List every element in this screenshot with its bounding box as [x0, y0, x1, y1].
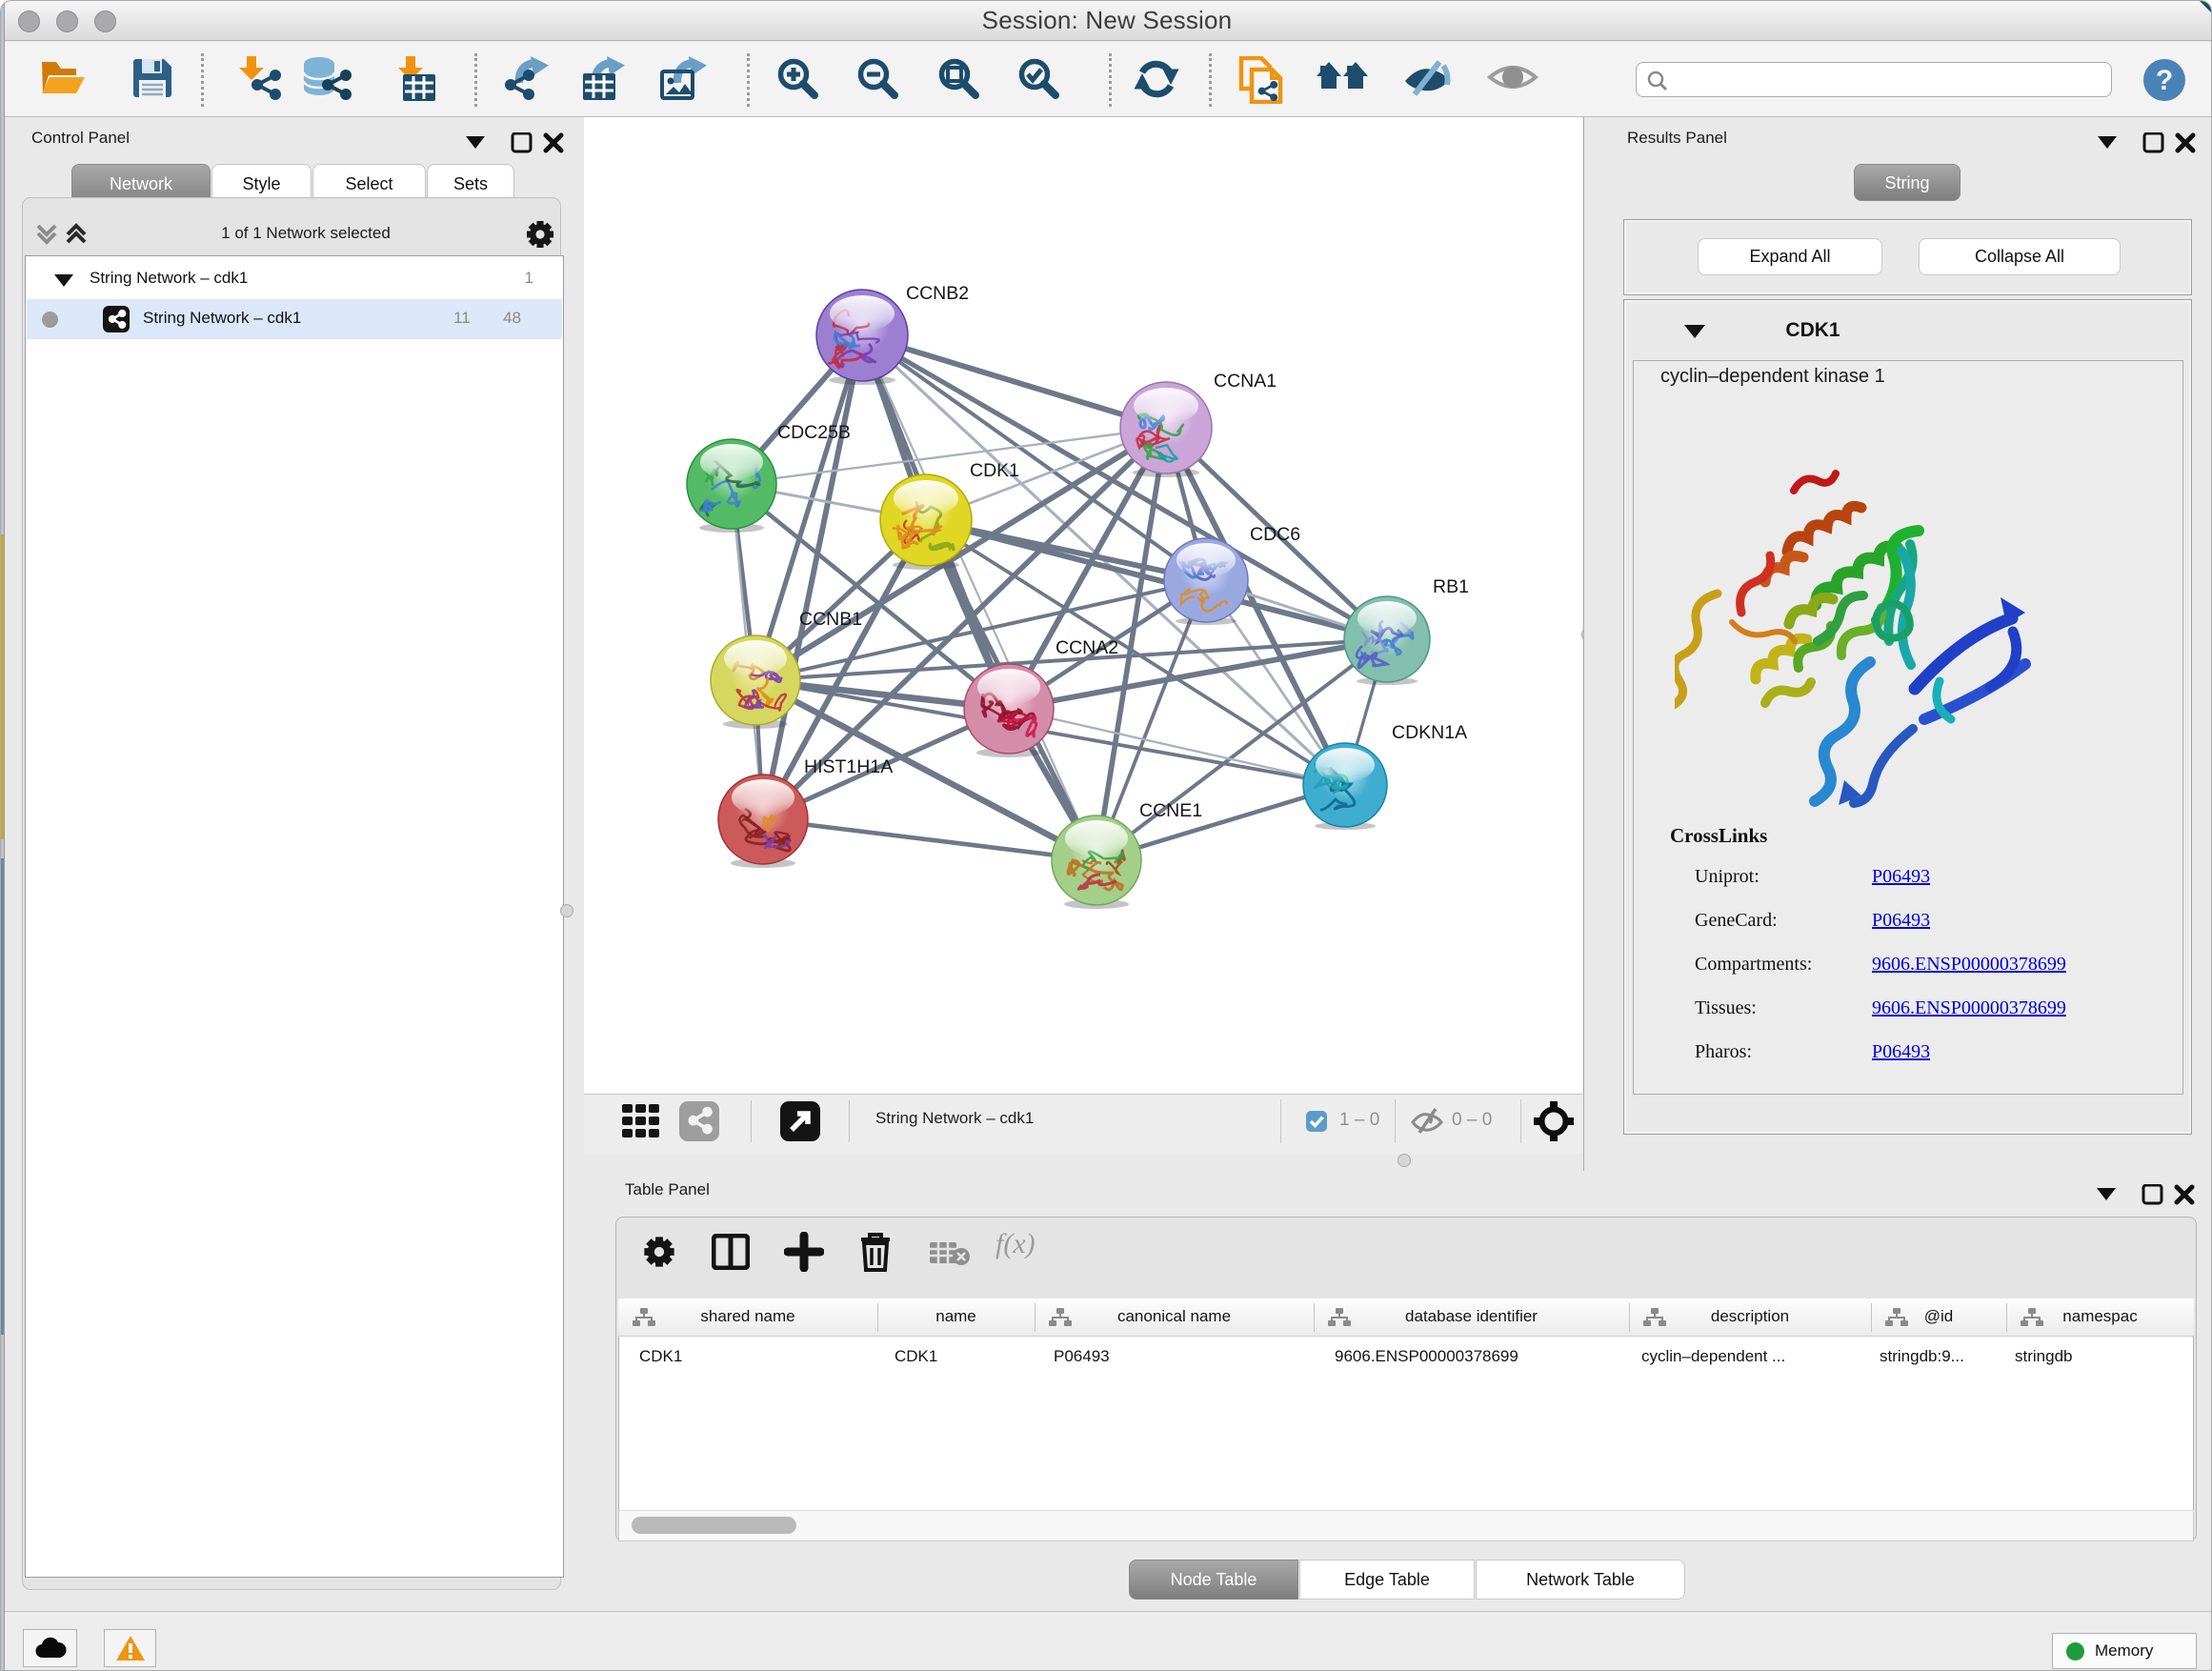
svg-text:CCNB1: CCNB1	[799, 609, 862, 630]
svg-text:RB1: RB1	[1433, 576, 1469, 597]
svg-text:CDK1: CDK1	[970, 460, 1019, 481]
svg-text:HIST1H1A: HIST1H1A	[804, 756, 893, 777]
svg-text:CDKN1A: CDKN1A	[1392, 722, 1467, 743]
svg-text:CCNB2: CCNB2	[906, 283, 969, 304]
svg-text:?: ?	[2156, 65, 2173, 96]
svg-text:CDC25B: CDC25B	[777, 422, 851, 443]
svg-text:CCNE1: CCNE1	[1139, 800, 1202, 821]
svg-text:CCNA2: CCNA2	[1056, 637, 1118, 658]
svg-text:CDC6: CDC6	[1250, 524, 1300, 545]
svg-text:CCNA1: CCNA1	[1214, 371, 1277, 392]
